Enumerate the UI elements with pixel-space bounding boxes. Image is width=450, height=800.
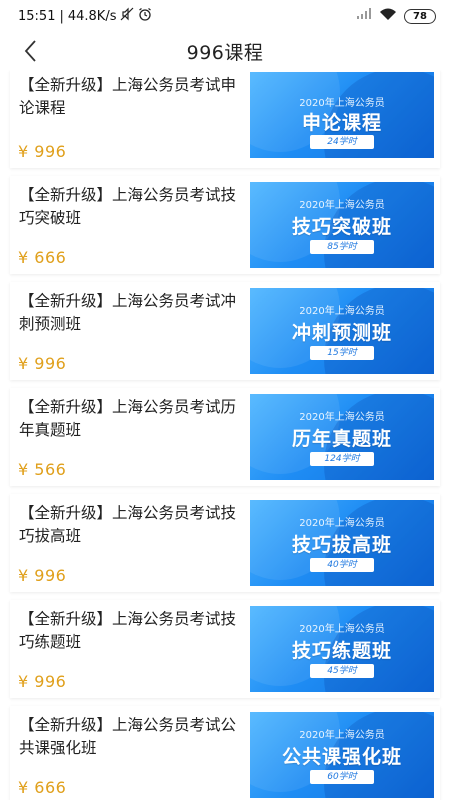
course-price: ¥ 666: [18, 778, 67, 797]
battery-icon: 78: [404, 8, 436, 24]
status-time: 15:51: [18, 8, 56, 24]
course-price: ¥ 566: [18, 460, 67, 479]
thumb-title: 技巧拔高班: [291, 534, 392, 556]
course-title: 【全新升级】上海公务员考试历年真题班: [19, 398, 237, 439]
course-title: 【全新升级】上海公务员考试公共课强化班: [19, 716, 237, 757]
thumb-hours-badge: 85学时: [310, 240, 374, 254]
thumb-title: 公共课强化班: [281, 746, 402, 768]
course-item[interactable]: 【全新升级】上海公务员考试冲刺预测班 ¥ 996 2020年上海公务员 冲刺预测…: [10, 282, 440, 380]
course-item[interactable]: 【全新升级】上海公务员考试公共课强化班 ¥ 666 2020年上海公务员 公共课…: [10, 706, 440, 800]
thumb-subtitle: 2020年上海公务员: [299, 624, 385, 635]
course-thumbnail[interactable]: 2020年上海公务员 技巧突破班 85学时: [250, 182, 434, 268]
course-thumbnail[interactable]: 2020年上海公务员 历年真题班 124学时: [250, 394, 434, 480]
wifi-icon: [379, 8, 397, 25]
course-price: ¥ 666: [18, 248, 67, 267]
course-thumbnail[interactable]: 2020年上海公务员 冲刺预测班 15学时: [250, 288, 434, 374]
status-separator: |: [59, 8, 64, 24]
course-title: 【全新升级】上海公务员考试技巧练题班: [19, 610, 237, 651]
course-price: ¥ 996: [18, 672, 67, 691]
thumb-hours-badge: 45学时: [310, 664, 374, 678]
thumb-subtitle: 2020年上海公务员: [299, 98, 385, 109]
nav-bar: 996课程: [0, 32, 450, 70]
signal-icon: [356, 8, 372, 24]
course-list: 【全新升级】上海公务员考试申论课程 ¥ 996 2020年上海公务员 申论课程 …: [0, 70, 450, 800]
thumb-title: 申论课程: [301, 112, 382, 134]
battery-level: 78: [413, 10, 427, 22]
course-thumbnail[interactable]: 2020年上海公务员 申论课程 24学时: [250, 72, 434, 158]
thumb-subtitle: 2020年上海公务员: [299, 412, 385, 423]
course-price: ¥ 996: [18, 142, 67, 161]
thumb-hours-badge: 124学时: [310, 452, 374, 466]
thumb-title: 技巧练题班: [291, 640, 392, 662]
course-item[interactable]: 【全新升级】上海公务员考试技巧突破班 ¥ 666 2020年上海公务员 技巧突破…: [10, 176, 440, 274]
back-button[interactable]: [16, 36, 46, 66]
course-title: 【全新升级】上海公务员考试技巧突破班: [19, 186, 237, 227]
thumb-title: 技巧突破班: [291, 216, 392, 238]
thumb-subtitle: 2020年上海公务员: [299, 306, 385, 317]
course-price: ¥ 996: [18, 354, 67, 373]
course-title: 【全新升级】上海公务员考试申论课程: [19, 76, 237, 117]
course-title: 【全新升级】上海公务员考试冲刺预测班: [19, 292, 237, 333]
course-thumbnail[interactable]: 2020年上海公务员 技巧拔高班 40学时: [250, 500, 434, 586]
course-item[interactable]: 【全新升级】上海公务员考试技巧拔高班 ¥ 996 2020年上海公务员 技巧拔高…: [10, 494, 440, 592]
thumb-hours-badge: 15学时: [310, 346, 374, 360]
course-thumbnail[interactable]: 2020年上海公务员 技巧练题班 45学时: [250, 606, 434, 692]
status-left: 15:51 | 44.8K/s: [18, 7, 152, 25]
thumb-hours-badge: 40学时: [310, 558, 374, 572]
chevron-left-icon: [24, 40, 36, 62]
status-net-speed: 44.8K/s: [67, 8, 117, 24]
thumb-hours-badge: 60学时: [310, 770, 374, 784]
course-item[interactable]: 【全新升级】上海公务员考试申论课程 ¥ 996 2020年上海公务员 申论课程 …: [10, 70, 440, 168]
thumb-subtitle: 2020年上海公务员: [299, 200, 385, 211]
thumb-hours-badge: 24学时: [310, 135, 374, 149]
course-title: 【全新升级】上海公务员考试技巧拔高班: [19, 504, 237, 545]
course-item[interactable]: 【全新升级】上海公务员考试技巧练题班 ¥ 996 2020年上海公务员 技巧练题…: [10, 600, 440, 698]
course-price: ¥ 996: [18, 566, 67, 585]
status-right: 78: [356, 8, 436, 25]
course-thumbnail[interactable]: 2020年上海公务员 公共课强化班 60学时: [250, 712, 434, 798]
page-title: 996课程: [186, 41, 264, 64]
thumb-title: 历年真题班: [291, 428, 392, 450]
thumb-subtitle: 2020年上海公务员: [299, 518, 385, 529]
thumb-subtitle: 2020年上海公务员: [299, 730, 385, 741]
thumb-title: 冲刺预测班: [291, 322, 392, 344]
status-bar: 15:51 | 44.8K/s 78: [0, 0, 450, 32]
mute-icon: [120, 7, 134, 25]
alarm-icon: [138, 7, 152, 25]
course-item[interactable]: 【全新升级】上海公务员考试历年真题班 ¥ 566 2020年上海公务员 历年真题…: [10, 388, 440, 486]
